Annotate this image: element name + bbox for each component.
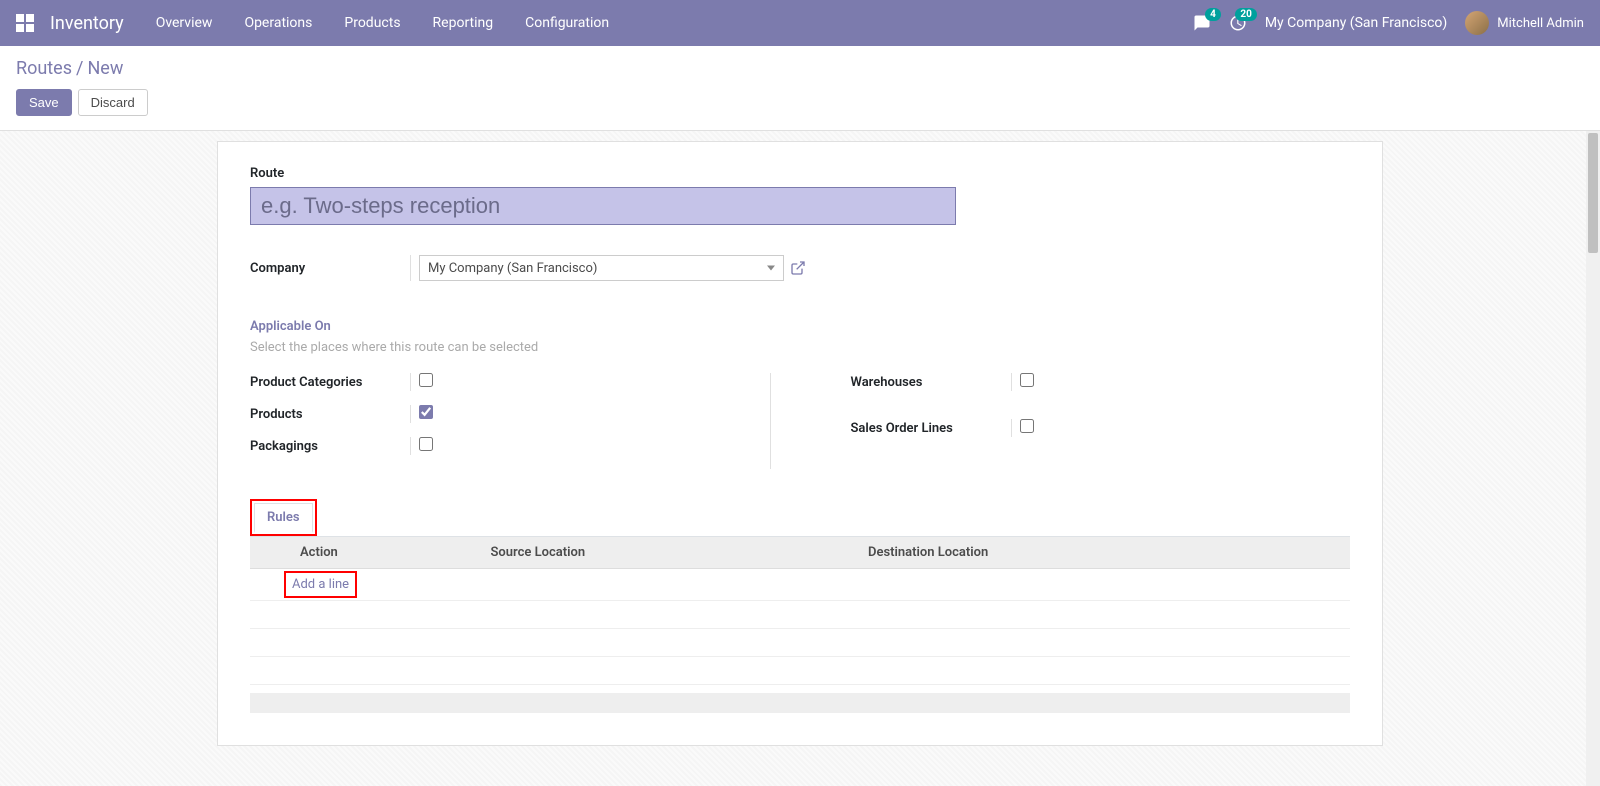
products-checkbox[interactable]: [419, 405, 433, 419]
applicable-col-right: Warehouses Sales Order Lines: [851, 373, 1351, 469]
company-switcher[interactable]: My Company (San Francisco): [1265, 15, 1447, 31]
th-action: Action: [290, 537, 480, 569]
applicable-grid: Product Categories Products Packagings W…: [250, 373, 1350, 469]
tabs: Rules: [250, 499, 1350, 537]
company-field-wrap: My Company (San Francisco): [410, 255, 806, 281]
products-label: Products: [250, 407, 410, 422]
external-link-icon[interactable]: [790, 260, 806, 276]
product-categories-checkbox[interactable]: [419, 373, 433, 387]
product-categories-label: Product Categories: [250, 375, 410, 390]
nav-products[interactable]: Products: [344, 15, 400, 31]
applicable-on-title: Applicable On: [250, 319, 1350, 334]
table-empty-row: [250, 657, 1350, 685]
table-footer-bar: [250, 693, 1350, 713]
apps-icon[interactable]: [16, 14, 34, 32]
sales-order-lines-label: Sales Order Lines: [851, 421, 1011, 436]
company-row: Company My Company (San Francisco): [250, 255, 1350, 281]
form-sheet: Route Company My Company (San Francisco)…: [217, 141, 1383, 746]
user-name: Mitchell Admin: [1497, 16, 1584, 31]
sales-order-lines-checkbox[interactable]: [1020, 419, 1034, 433]
th-destination: Destination Location: [858, 537, 1320, 569]
action-buttons: Save Discard: [16, 89, 1584, 116]
add-line-link[interactable]: Add a line: [292, 577, 349, 592]
top-navbar: Inventory Overview Operations Products R…: [0, 0, 1600, 46]
product-categories-row: Product Categories: [250, 373, 750, 391]
avatar: [1465, 11, 1489, 35]
breadcrumb-current: New: [87, 58, 123, 79]
applicable-on-hint: Select the places where this route can b…: [250, 340, 1350, 355]
add-line-highlight: Add a line: [284, 571, 357, 598]
rules-table: Action Source Location Destination Locat…: [250, 537, 1350, 685]
user-menu[interactable]: Mitchell Admin: [1465, 11, 1584, 35]
discard-button[interactable]: Discard: [78, 89, 148, 116]
company-select[interactable]: My Company (San Francisco): [419, 255, 784, 281]
th-handle: [250, 537, 290, 569]
add-line-row: Add a line: [250, 569, 1350, 601]
packagings-label: Packagings: [250, 439, 410, 454]
breadcrumb-parent[interactable]: Routes: [16, 58, 72, 79]
nav-menu: Overview Operations Products Reporting C…: [156, 15, 609, 31]
breadcrumb: Routes/New: [16, 58, 1584, 79]
form-area: ▲ Route Company My Company (San Francisc…: [0, 131, 1600, 786]
activities-badge: 20: [1235, 8, 1256, 21]
packagings-checkbox[interactable]: [419, 437, 433, 451]
activities-icon[interactable]: 20: [1229, 14, 1247, 32]
route-input[interactable]: [250, 187, 956, 225]
th-delete: [1320, 537, 1350, 569]
packagings-row: Packagings: [250, 437, 750, 455]
products-row: Products: [250, 405, 750, 423]
scrollbar-thumb[interactable]: [1588, 133, 1598, 253]
table-empty-row: [250, 601, 1350, 629]
company-label: Company: [250, 261, 410, 276]
warehouses-label: Warehouses: [851, 375, 1011, 390]
rules-tab-highlight: Rules: [250, 499, 317, 536]
applicable-col-left: Product Categories Products Packagings: [250, 373, 771, 469]
th-source: Source Location: [480, 537, 858, 569]
table-empty-row: [250, 629, 1350, 657]
company-value: My Company (San Francisco): [428, 261, 597, 276]
route-label: Route: [250, 166, 1350, 181]
save-button[interactable]: Save: [16, 89, 72, 116]
navbar-left: Inventory Overview Operations Products R…: [16, 13, 609, 34]
breadcrumb-separator: /: [76, 58, 83, 79]
sales-order-lines-row: Sales Order Lines: [851, 419, 1351, 437]
warehouses-row: Warehouses: [851, 373, 1351, 391]
nav-operations[interactable]: Operations: [244, 15, 312, 31]
app-title[interactable]: Inventory: [50, 13, 124, 34]
tab-rules[interactable]: Rules: [254, 503, 313, 533]
nav-reporting[interactable]: Reporting: [433, 15, 494, 31]
nav-configuration[interactable]: Configuration: [525, 15, 609, 31]
control-panel: Routes/New Save Discard: [0, 46, 1600, 131]
navbar-right: 4 20 My Company (San Francisco) Mitchell…: [1193, 11, 1584, 35]
messages-badge: 4: [1205, 8, 1221, 21]
warehouses-checkbox[interactable]: [1020, 373, 1034, 387]
nav-overview[interactable]: Overview: [156, 15, 213, 31]
scrollbar[interactable]: ▲: [1586, 131, 1600, 786]
messages-icon[interactable]: 4: [1193, 14, 1211, 32]
